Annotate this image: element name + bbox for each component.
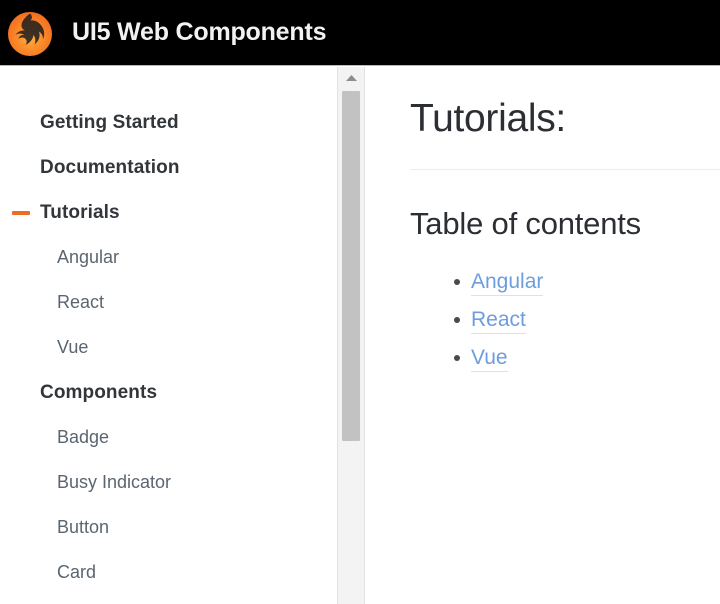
bullet-icon [454,355,460,362]
sidebar-item-label: Getting Started [40,111,179,133]
list-item: Angular [366,263,720,301]
sidebar-item-label: Busy Indicator [57,472,172,492]
sidebar-item-card[interactable]: Card [0,550,337,595]
sidebar-item-label: Vue [57,337,89,357]
toc-link-angular[interactable]: Angular [471,269,544,297]
sidebar-item-label: Tutorials [40,201,120,223]
sidebar-item-badge[interactable]: Badge [0,415,337,460]
bullet-icon [454,317,460,324]
scrollbar-up-button[interactable] [338,67,364,89]
list-item: Vue [366,339,720,377]
sidebar-item-label: Card [57,562,97,582]
app-title: UI5 Web Components [72,18,327,46]
section-title-table-of-contents: Table of contents [410,205,641,241]
sidebar-item-angular[interactable]: Angular [0,235,337,280]
sidebar-nav-list: Getting Started Documentation Tutorials … [0,100,337,595]
sidebar-navigation: Getting Started Documentation Tutorials … [0,67,337,604]
bullet-icon [454,279,460,286]
main-content: Tutorials: Table of contents Angular Rea… [366,67,720,604]
list-item: React [366,301,720,339]
chevron-up-icon [345,75,357,81]
sidebar-item-getting-started[interactable]: Getting Started [0,100,337,145]
sidebar-item-label: Button [57,517,110,537]
sidebar-item-busy-indicator[interactable]: Busy Indicator [0,460,337,505]
sidebar-item-label: Components [40,381,158,403]
sidebar-item-tutorials[interactable]: Tutorials [0,190,337,235]
scrollbar-thumb[interactable] [342,91,360,441]
sidebar-item-label: React [57,292,105,312]
toc-link-react[interactable]: React [471,307,526,335]
sidebar-item-label: Angular [57,247,120,267]
table-of-contents-list: Angular React Vue [366,241,720,377]
sidebar-item-react[interactable]: React [0,280,337,325]
phoenix-flame-logo-icon[interactable] [2,5,58,61]
sidebar-item-button[interactable]: Button [0,505,337,550]
page-title: Tutorials: [410,97,566,140]
app-header: UI5 Web Components [0,0,720,66]
sidebar-scrollbar[interactable] [337,67,365,604]
sidebar-item-documentation[interactable]: Documentation [0,145,337,190]
sidebar-item-label: Documentation [40,156,180,178]
sidebar-item-components[interactable]: Components [0,370,337,415]
sidebar-item-vue[interactable]: Vue [0,325,337,370]
sidebar-item-label: Badge [57,427,110,447]
toc-link-vue[interactable]: Vue [471,345,508,373]
collapse-minus-icon[interactable] [12,210,30,215]
